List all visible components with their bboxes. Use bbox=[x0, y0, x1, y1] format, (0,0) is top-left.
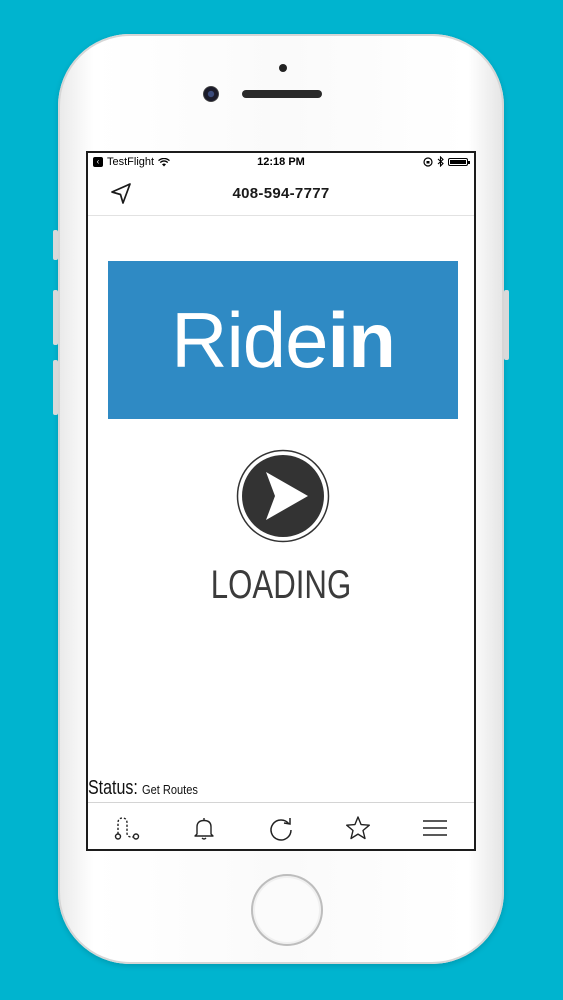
status-label: Status: bbox=[88, 777, 138, 799]
status-line: Status: Get Routes bbox=[88, 777, 198, 800]
proximity-sensor bbox=[279, 64, 287, 72]
tab-menu[interactable] bbox=[420, 813, 450, 843]
front-camera bbox=[203, 86, 219, 102]
tab-routes[interactable] bbox=[112, 813, 142, 843]
tab-bar bbox=[88, 802, 474, 849]
logo-text: Ridein bbox=[171, 295, 396, 386]
star-icon bbox=[346, 815, 371, 839]
status-bar-right bbox=[423, 156, 470, 167]
ridein-logo: Ridein bbox=[108, 261, 458, 419]
refresh-icon bbox=[270, 817, 292, 841]
bluetooth-icon bbox=[437, 156, 444, 167]
volume-down-button bbox=[53, 360, 58, 415]
earpiece-speaker bbox=[242, 90, 322, 98]
status-value: Get Routes bbox=[142, 782, 198, 797]
status-bar: ‹ TestFlight 12:18 PM bbox=[88, 153, 474, 173]
status-time: 12:18 PM bbox=[257, 156, 305, 168]
mute-switch bbox=[53, 230, 58, 260]
volume-up-button bbox=[53, 290, 58, 345]
loading-label: LOADING bbox=[210, 563, 352, 607]
home-button[interactable] bbox=[251, 874, 323, 946]
menu-icon bbox=[423, 819, 448, 836]
orientation-lock-icon bbox=[423, 156, 433, 167]
tab-favorites[interactable] bbox=[343, 813, 373, 843]
logo-text-part2: in bbox=[327, 295, 396, 384]
route-icon bbox=[114, 816, 139, 840]
nav-bar: 408-594-7777 bbox=[88, 173, 474, 216]
phone-screen: ‹ TestFlight 12:18 PM 408-594-7777 Ridei… bbox=[86, 151, 476, 851]
tab-notifications[interactable] bbox=[189, 813, 219, 843]
tab-refresh[interactable] bbox=[266, 813, 296, 843]
battery-icon bbox=[448, 157, 470, 166]
page-title: 408-594-7777 bbox=[232, 185, 330, 202]
power-button bbox=[504, 290, 509, 360]
logo-text-part1: Ride bbox=[171, 295, 328, 384]
bell-icon bbox=[194, 817, 214, 840]
play-icon[interactable] bbox=[236, 449, 330, 543]
